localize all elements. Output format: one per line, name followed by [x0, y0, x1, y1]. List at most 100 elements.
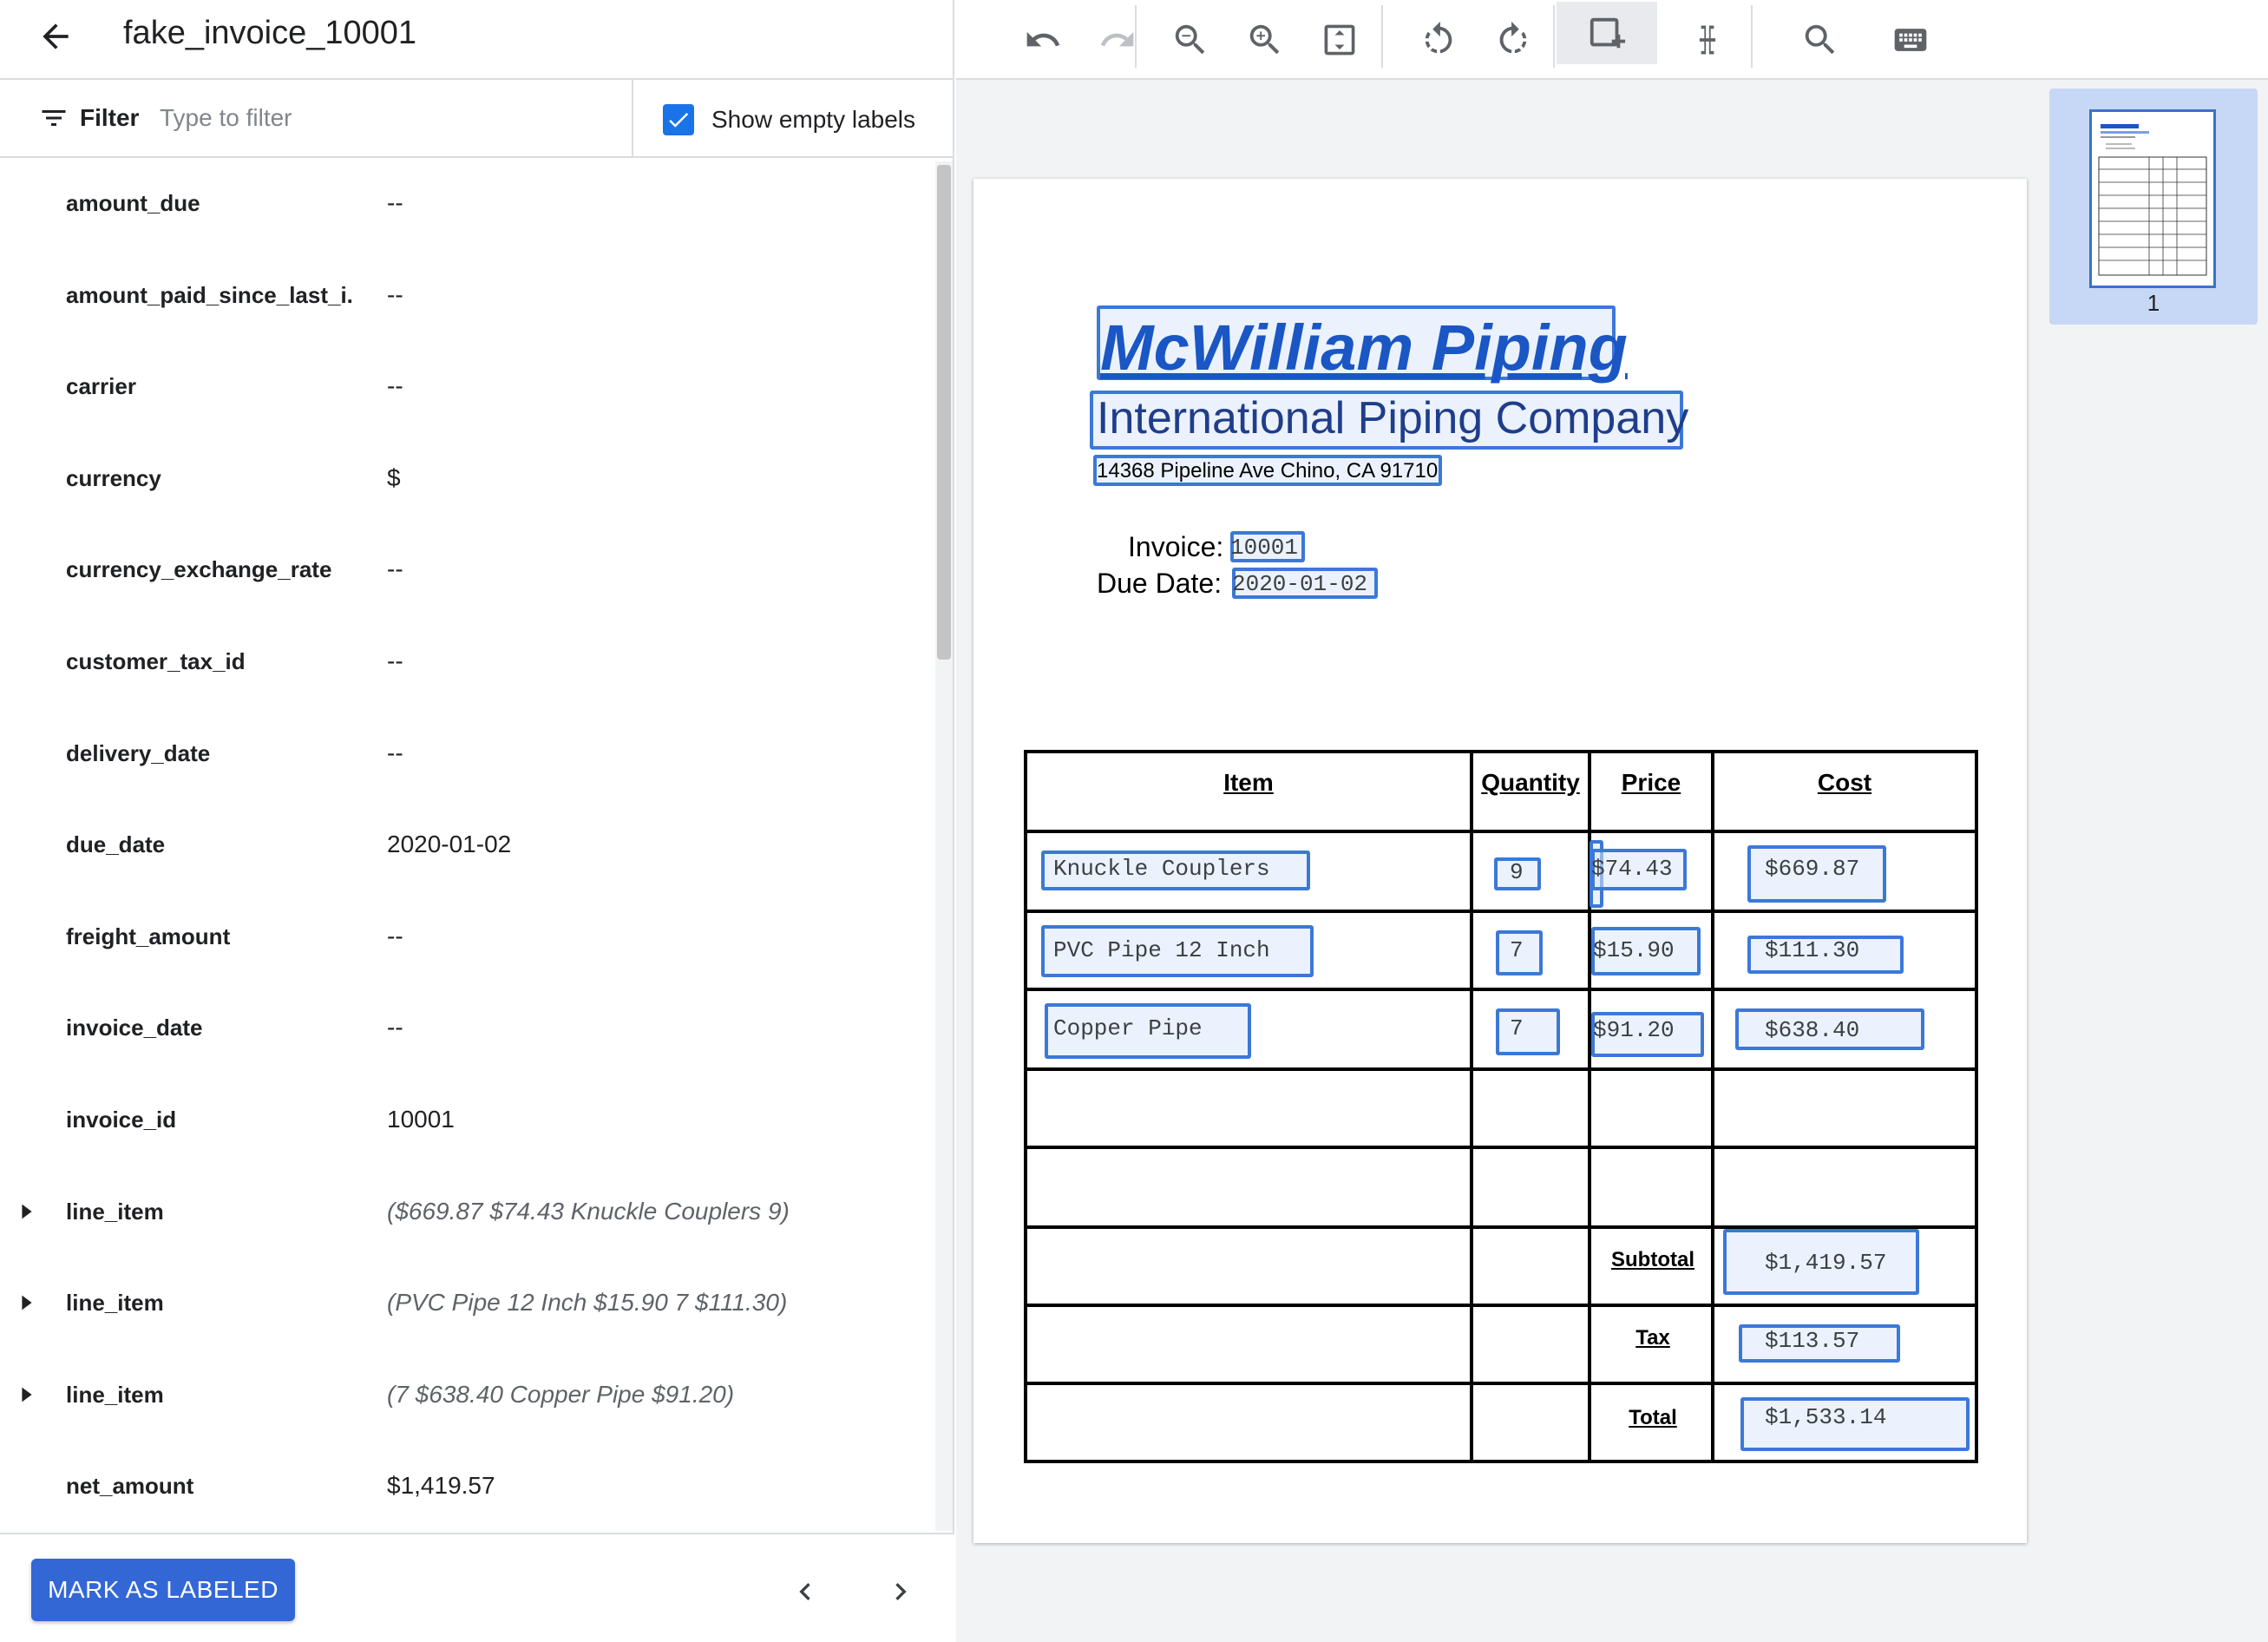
- field-value[interactable]: (7 $638.40 Copper Pipe $91.20): [387, 1377, 925, 1412]
- checkbox[interactable]: [663, 104, 694, 135]
- add-box-button[interactable]: [1557, 2, 1657, 64]
- cost-cell: $111.30: [1765, 937, 1860, 963]
- table-grid-line: [1711, 753, 1714, 1460]
- column-header-item: Item: [1223, 769, 1274, 796]
- total-label: Total: [1629, 1406, 1677, 1429]
- field-row[interactable]: carrier --: [0, 343, 937, 435]
- show-empty-labels-toggle[interactable]: Show empty labels: [663, 102, 915, 137]
- expand-arrow-icon[interactable]: [21, 1203, 33, 1220]
- search-icon: [1805, 24, 1835, 55]
- zoom-out-button[interactable]: [1157, 7, 1223, 73]
- zoom-in-button[interactable]: [1232, 7, 1298, 73]
- field-value[interactable]: --: [387, 278, 925, 312]
- search-button[interactable]: [1787, 7, 1853, 73]
- text-select-button[interactable]: [1675, 7, 1740, 73]
- field-name: customer_tax_id: [66, 648, 246, 674]
- field-name: line_item: [66, 1381, 164, 1408]
- field-value[interactable]: --: [387, 644, 925, 679]
- invoice-label: Invoice:: [1128, 531, 1224, 562]
- subtotal-value: $1,419.57: [1765, 1250, 1887, 1276]
- fit-page-button[interactable]: [1307, 7, 1373, 73]
- keyboard-shortcuts-button[interactable]: [1878, 7, 1944, 73]
- field-row[interactable]: invoice_id 10001: [0, 1076, 937, 1168]
- field-value[interactable]: $1,419.57: [387, 1468, 925, 1503]
- table-grid-line: [1027, 1067, 1975, 1071]
- field-value[interactable]: --: [387, 369, 925, 404]
- mark-as-labeled-button[interactable]: MARK AS LABELED: [31, 1559, 295, 1621]
- field-row[interactable]: freight_amount --: [0, 893, 937, 985]
- field-row[interactable]: delivery_date --: [0, 710, 937, 802]
- field-row[interactable]: line_item (7 $638.40 Copper Pipe $91.20): [0, 1351, 937, 1443]
- price-cell: $15.90: [1593, 937, 1675, 963]
- expand-arrow-icon[interactable]: [21, 1386, 33, 1403]
- previous-document-button[interactable]: [781, 1567, 829, 1616]
- toolbar-divider: [1553, 5, 1555, 68]
- document-page[interactable]: McWilliam Piping International Piping Co…: [973, 179, 2027, 1543]
- field-value[interactable]: 10001: [387, 1102, 925, 1137]
- tax-label: Tax: [1635, 1326, 1670, 1350]
- redo-icon: [1100, 31, 1134, 47]
- toolbar-divider: [1135, 5, 1137, 68]
- table-grid-line: [1027, 1382, 1975, 1385]
- undo-button[interactable]: [1010, 7, 1076, 73]
- zoom-out-icon: [1175, 24, 1205, 55]
- field-row[interactable]: currency $: [0, 435, 937, 527]
- field-name: currency: [66, 464, 161, 491]
- subtotal-label: Subtotal: [1611, 1248, 1694, 1271]
- field-name: net_amount: [66, 1473, 194, 1500]
- filter-icon: [42, 110, 66, 126]
- filter-input[interactable]: [160, 99, 611, 137]
- toolbar-divider: [1381, 5, 1383, 68]
- field-row[interactable]: invoice_date --: [0, 984, 937, 1076]
- field-row[interactable]: amount_due --: [0, 160, 937, 252]
- label-box[interactable]: [1496, 1008, 1560, 1055]
- rotate-right-button[interactable]: [1480, 7, 1546, 73]
- redo-button[interactable]: [1085, 7, 1150, 73]
- keyboard-icon: [1894, 29, 1927, 51]
- item-cell: Copper Pipe: [1053, 1015, 1203, 1041]
- field-list: amount_due -- amount_paid_since_last_i... -…: [0, 160, 954, 1531]
- field-value[interactable]: --: [387, 736, 925, 771]
- column-header-quantity: Quantity: [1481, 769, 1580, 796]
- quantity-cell: 7: [1510, 937, 1524, 963]
- fit-page-icon: [1324, 24, 1355, 56]
- back-button[interactable]: [31, 12, 80, 61]
- chevron-left-icon: [799, 1583, 810, 1600]
- field-name: invoice_date: [66, 1015, 203, 1041]
- line-items-table: Item Quantity Price Cost Knuckle Coupler…: [1024, 750, 1978, 1463]
- filter-bar: Filter Show empty labels: [0, 80, 954, 158]
- field-name: carrier: [66, 373, 136, 400]
- scrollbar-thumb[interactable]: [937, 165, 951, 660]
- quantity-cell: 7: [1510, 1015, 1524, 1041]
- field-row[interactable]: line_item (PVC Pipe 12 Inch $15.90 7 $111…: [0, 1259, 937, 1351]
- field-row[interactable]: amount_paid_since_last_i... --: [0, 252, 937, 344]
- item-cell: PVC Pipe 12 Inch: [1053, 937, 1270, 963]
- page-thumbnail[interactable]: 1: [2049, 89, 2258, 325]
- field-value[interactable]: ($669.87 $74.43 Knuckle Couplers 9): [387, 1194, 925, 1229]
- field-value[interactable]: $: [387, 461, 925, 496]
- viewer-toolbar: [956, 0, 2268, 80]
- rotate-left-button[interactable]: [1406, 7, 1472, 73]
- table-grid-line: [1027, 1304, 1975, 1307]
- divider: [632, 80, 633, 156]
- expand-arrow-icon[interactable]: [21, 1294, 33, 1311]
- field-value[interactable]: --: [387, 1010, 925, 1045]
- field-row[interactable]: currency_exchange_rate --: [0, 526, 937, 618]
- field-row[interactable]: net_amount $1,419.57: [0, 1442, 937, 1531]
- price-cell: $91.20: [1593, 1017, 1675, 1043]
- field-row[interactable]: due_date 2020-01-02: [0, 801, 937, 893]
- document-title: fake_invoice_10001: [123, 15, 417, 51]
- field-row[interactable]: line_item ($669.87 $74.43 Knuckle Coupler…: [0, 1168, 937, 1260]
- rotate-left-icon: [1425, 21, 1452, 54]
- field-value[interactable]: --: [387, 552, 925, 587]
- zoom-in-icon: [1249, 24, 1280, 55]
- field-value[interactable]: 2020-01-02: [387, 827, 925, 862]
- field-value[interactable]: --: [387, 186, 925, 220]
- field-value[interactable]: --: [387, 919, 925, 954]
- next-document-button[interactable]: [876, 1567, 925, 1616]
- table-grid-line: [1027, 830, 1975, 833]
- document-viewer: McWilliam Piping International Piping Co…: [956, 80, 2041, 1642]
- field-row[interactable]: customer_tax_id --: [0, 618, 937, 710]
- field-value[interactable]: (PVC Pipe 12 Inch $15.90 7 $111.30): [387, 1285, 925, 1320]
- title-bar: fake_invoice_10001: [0, 0, 954, 80]
